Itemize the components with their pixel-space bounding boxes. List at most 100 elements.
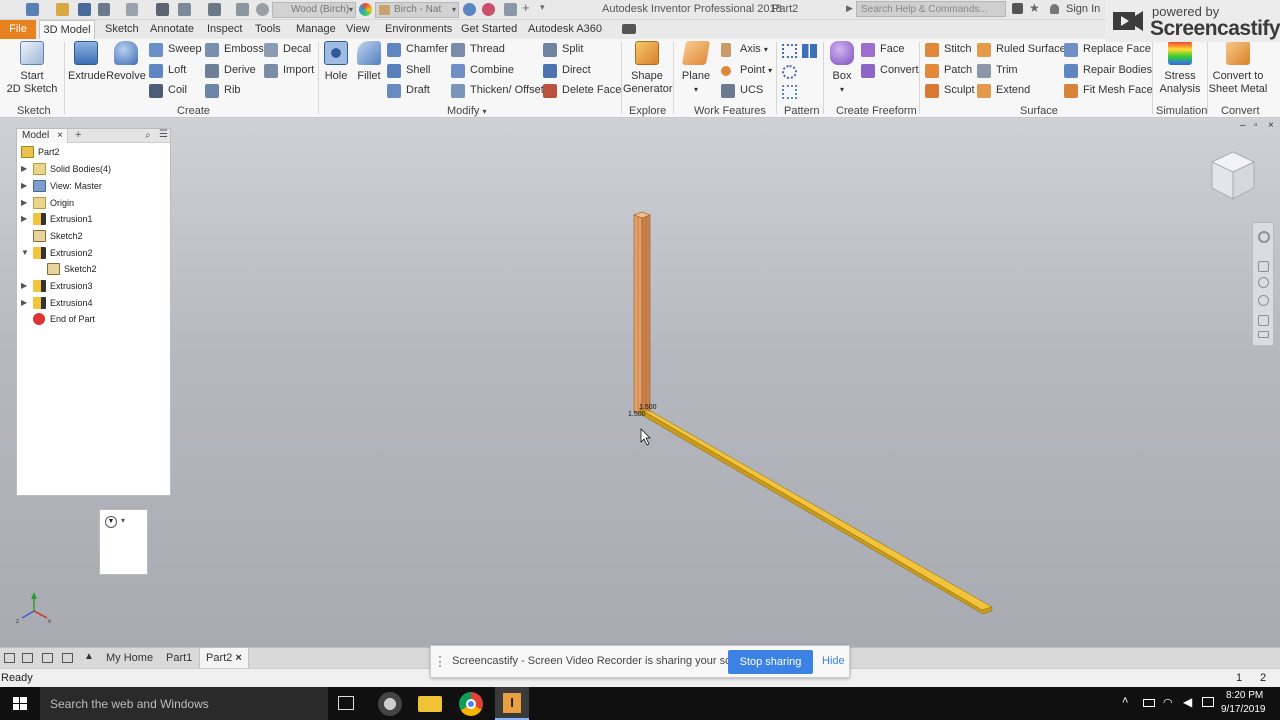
collapse-icon[interactable]: ▼ <box>21 245 29 261</box>
restore-icon[interactable]: ▫ <box>1254 120 1262 131</box>
sketch-driven-pattern-icon[interactable] <box>782 85 797 99</box>
search-icon[interactable]: ⌕ <box>145 130 151 141</box>
dimension-label-2[interactable]: 1.500 <box>628 411 646 418</box>
thicken-offset-button[interactable]: Thicken/ Offset <box>451 82 544 99</box>
hole-button[interactable]: Hole <box>322 41 350 83</box>
doc-tab-part2[interactable]: Part2 × <box>199 648 249 668</box>
star-icon[interactable]: ★ <box>1029 1 1040 15</box>
update-icon[interactable] <box>178 3 191 16</box>
taskbar-search-box[interactable]: Search the web and Windows <box>40 687 328 720</box>
undo-icon[interactable] <box>98 3 110 16</box>
tab-get-started[interactable]: Get Started <box>461 20 517 39</box>
fillet-button[interactable]: Fillet <box>354 41 384 83</box>
navbar-menu-icon[interactable] <box>1258 331 1269 338</box>
redo-icon[interactable] <box>126 3 138 16</box>
dimension-label-1[interactable]: 1.500 <box>639 404 657 411</box>
adjust-icon[interactable] <box>463 3 476 16</box>
stress-analysis-button[interactable]: Stress Analysis <box>1156 41 1204 96</box>
decal-button[interactable]: Decal <box>264 41 311 58</box>
tab-3d-model[interactable]: 3D Model <box>39 20 95 39</box>
horizontal-layout-icon[interactable] <box>42 653 53 663</box>
stitch-button[interactable]: Stitch <box>925 41 972 58</box>
volume-icon[interactable]: ◀ <box>1183 695 1192 709</box>
tab-file[interactable]: File <box>0 20 36 39</box>
tab-inspect[interactable]: Inspect <box>207 20 242 39</box>
clock-date[interactable]: 9/17/2019 <box>1221 704 1266 715</box>
revolve-button[interactable]: Revolve <box>106 41 146 83</box>
expand-icon[interactable]: ▶ <box>21 211 29 227</box>
thread-button[interactable]: Thread <box>451 41 505 58</box>
doc-tab-part1[interactable]: Part1 <box>160 648 198 668</box>
windows-start-icon[interactable] <box>0 687 40 720</box>
file-explorer-icon[interactable] <box>418 696 442 712</box>
app-pinned-icon[interactable] <box>378 692 402 716</box>
expand-icon[interactable]: ▶ <box>21 161 29 177</box>
home-icon[interactable] <box>156 3 169 16</box>
measure-icon[interactable] <box>236 3 249 16</box>
sign-in-link[interactable]: Sign In <box>1066 3 1100 15</box>
chevron-down-icon[interactable]: ▾ <box>121 516 125 525</box>
replace-face-button[interactable]: Replace Face <box>1064 41 1151 58</box>
extend-button[interactable]: Extend <box>977 82 1030 99</box>
pan-icon[interactable] <box>1258 261 1269 272</box>
vertical-layout-icon[interactable] <box>62 653 73 663</box>
modify-panel-title[interactable]: Modify ▾ <box>447 105 486 117</box>
filter-icon[interactable]: ▼ <box>105 516 117 528</box>
stop-sharing-button[interactable]: Stop sharing <box>728 650 813 674</box>
circular-pattern-icon[interactable] <box>782 65 797 79</box>
wifi-icon[interactable]: ◠ <box>1163 696 1173 709</box>
plane-button[interactable]: Plane ▾ <box>680 41 712 96</box>
expand-icon[interactable]: ▶ <box>21 295 29 311</box>
sweep-button[interactable]: Sweep <box>149 41 202 58</box>
appearance-dropdown[interactable]: Birch - Nat ▾ <box>375 2 459 18</box>
horizontal-beam-top[interactable] <box>639 408 993 611</box>
draft-button[interactable]: Draft <box>387 82 430 99</box>
binoculars-icon[interactable] <box>1012 3 1023 14</box>
close-icon[interactable]: × <box>1268 120 1276 131</box>
expand-icon[interactable]: ▶ <box>21 178 29 194</box>
color-icon[interactable] <box>256 3 269 16</box>
open-file-icon[interactable] <box>56 3 69 16</box>
patch-button[interactable]: Patch <box>925 62 972 79</box>
start-2d-sketch-button[interactable]: Start 2D Sketch <box>6 41 58 96</box>
save-icon[interactable] <box>78 3 91 16</box>
doc-tab-my-home[interactable]: My Home <box>100 648 159 668</box>
direct-button[interactable]: Direct <box>543 62 591 79</box>
trim-button[interactable]: Trim <box>977 62 1018 79</box>
expand-icon[interactable]: ▶ <box>21 195 29 211</box>
ribbon-display-toggle-icon[interactable] <box>622 24 636 34</box>
box-freeform-button[interactable]: Box ▾ <box>828 41 856 96</box>
point-button[interactable]: Point ▾ <box>721 62 772 79</box>
chevron-up-icon[interactable]: ˄ <box>1122 695 1128 707</box>
new-file-icon[interactable] <box>26 3 39 16</box>
close-icon[interactable]: × <box>235 652 241 664</box>
emboss-button[interactable]: Emboss <box>205 41 264 58</box>
convert-to-sheet-metal-button[interactable]: Convert to Sheet Metal <box>1208 41 1268 96</box>
task-view-icon[interactable] <box>338 696 354 710</box>
grid-layout-icon[interactable] <box>22 653 33 663</box>
mirror-icon[interactable] <box>802 44 817 58</box>
tab-tools[interactable]: Tools <box>255 20 281 39</box>
look-at-icon[interactable] <box>1258 315 1269 326</box>
delete-face-button[interactable]: Delete Face <box>543 82 621 99</box>
shape-generator-button[interactable]: Shape Generator <box>623 41 673 96</box>
minimize-icon[interactable]: – <box>1240 120 1248 131</box>
extrude-button[interactable]: Extrude <box>68 41 106 83</box>
battery-icon[interactable] <box>1143 699 1155 707</box>
notifications-icon[interactable] <box>1202 697 1214 707</box>
tab-annotate[interactable]: Annotate <box>150 20 194 39</box>
appearance-icon[interactable] <box>359 3 372 16</box>
face-button[interactable]: Face <box>861 41 904 58</box>
rectangular-pattern-icon[interactable] <box>782 44 797 58</box>
tab-autodesk-a360[interactable]: Autodesk A360 <box>528 20 602 39</box>
convert-freeform-button[interactable]: Convert <box>861 62 919 79</box>
param-icon[interactable] <box>504 3 517 16</box>
loft-button[interactable]: Loft <box>149 62 186 79</box>
user-icon[interactable] <box>1050 4 1059 14</box>
view-cube[interactable] <box>1208 149 1258 203</box>
axis-button[interactable]: Axis ▾ <box>721 41 768 58</box>
expand-icon[interactable]: ▶ <box>21 278 29 294</box>
split-button[interactable]: Split <box>543 41 583 58</box>
orbit-icon[interactable] <box>1258 295 1269 306</box>
combine-button[interactable]: Combine <box>451 62 514 79</box>
